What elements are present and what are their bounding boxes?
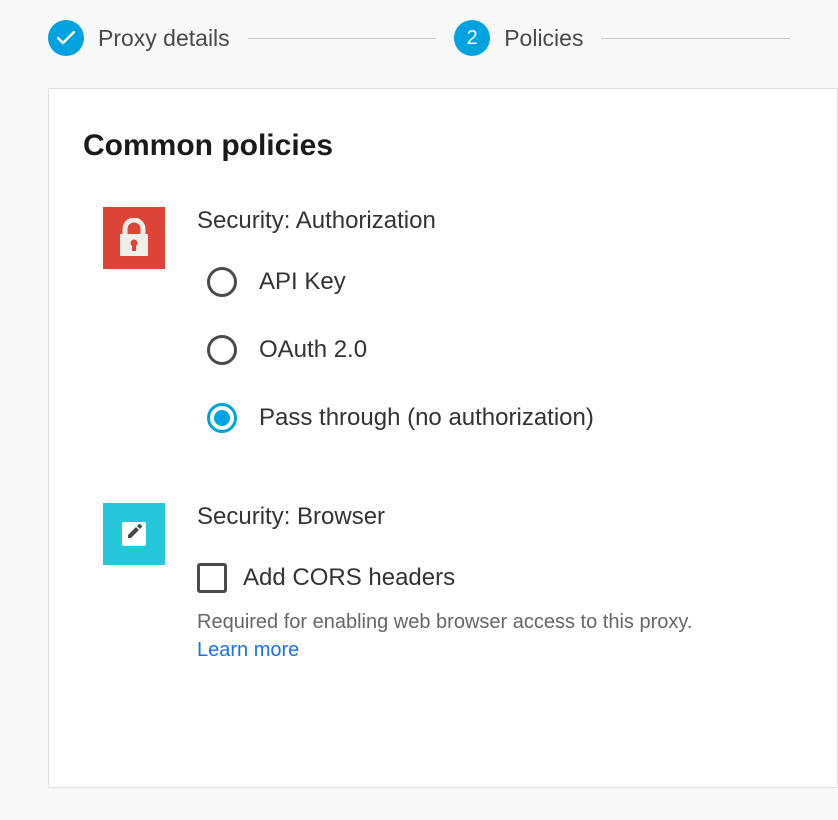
radio-icon	[207, 335, 237, 365]
section-heading-auth: Security: Authorization	[197, 207, 803, 235]
section-heading-browser: Security: Browser	[197, 503, 803, 531]
radio-icon	[207, 403, 237, 433]
radio-icon	[207, 267, 237, 297]
step-connector	[601, 38, 790, 39]
section-browser: Security: Browser Add CORS headers Requi…	[83, 503, 803, 662]
radio-option-passthrough[interactable]: Pass through (no authorization)	[207, 403, 803, 433]
step-number-badge: 2	[454, 20, 490, 56]
step-label: Policies	[504, 25, 583, 52]
learn-more-link[interactable]: Learn more	[197, 639, 299, 662]
radio-label: Pass through (no authorization)	[259, 404, 594, 432]
lock-icon	[103, 207, 165, 269]
policies-card: Common policies Security: Authorization …	[48, 88, 838, 788]
radio-option-api-key[interactable]: API Key	[207, 267, 803, 297]
step-connector	[248, 38, 437, 39]
card-title: Common policies	[83, 129, 803, 163]
section-authorization: Security: Authorization API Key OAuth 2.…	[83, 207, 803, 433]
radio-label: API Key	[259, 268, 346, 296]
wizard-stepper: Proxy details 2 Policies	[0, 0, 838, 76]
step-label: Proxy details	[98, 25, 230, 52]
check-icon	[48, 20, 84, 56]
step-policies[interactable]: 2 Policies	[454, 20, 583, 56]
checkbox-cors[interactable]: Add CORS headers	[197, 563, 803, 593]
authorization-options: API Key OAuth 2.0 Pass through (no autho…	[197, 267, 803, 433]
radio-label: OAuth 2.0	[259, 336, 367, 364]
step-proxy-details[interactable]: Proxy details	[48, 20, 230, 56]
pencil-icon	[103, 503, 165, 565]
radio-option-oauth[interactable]: OAuth 2.0	[207, 335, 803, 365]
helper-text: Required for enabling web browser access…	[197, 607, 803, 637]
checkbox-icon	[197, 563, 227, 593]
checkbox-label: Add CORS headers	[243, 564, 455, 592]
